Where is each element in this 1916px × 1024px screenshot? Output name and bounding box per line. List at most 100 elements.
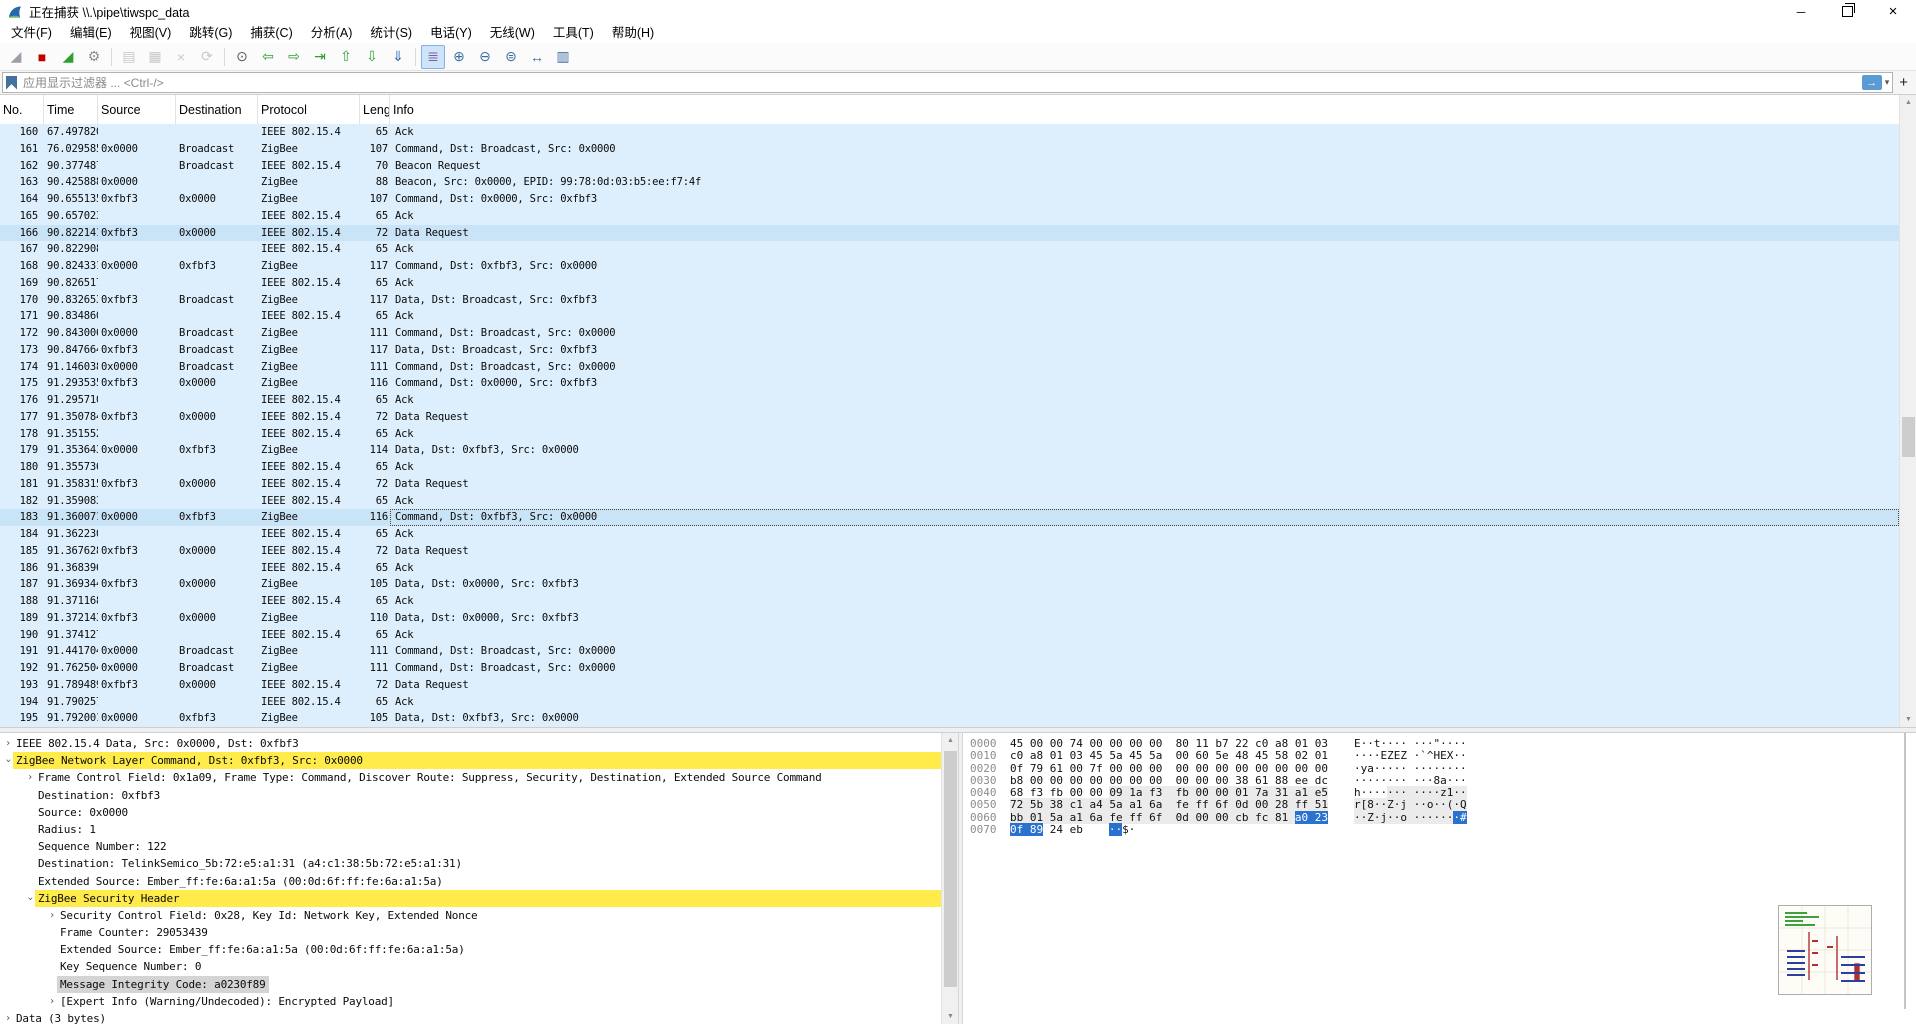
ascii-char[interactable]: · [1453, 811, 1460, 824]
goto-packet-icon[interactable]: ⇥ [308, 45, 332, 69]
ascii-char[interactable]: · [1400, 762, 1407, 775]
hex-byte[interactable]: 00 [1070, 786, 1083, 799]
hex-byte[interactable]: 01 [1050, 749, 1063, 762]
hex-byte[interactable]: 58 [1275, 749, 1288, 762]
hex-byte[interactable]: 61 [1050, 762, 1063, 775]
ascii-char[interactable]: · [1453, 798, 1460, 811]
detail-line[interactable]: ›IEEE 802.15.4 Data, Src: 0x0000, Dst: 0… [0, 735, 941, 752]
hex-byte[interactable]: 6a [1149, 798, 1162, 811]
packet-row[interactable]: 18491.362230IEEE 802.15.465Ack [0, 526, 1899, 543]
ascii-char[interactable]: · [1354, 774, 1361, 787]
hex-byte[interactable]: 6f [1149, 811, 1162, 824]
expand-icon[interactable]: › [47, 993, 57, 1010]
packet-row[interactable]: 18591.3676280xfbf30x0000IEEE 802.15.472D… [0, 543, 1899, 560]
packet-row[interactable]: 16290.377487BroadcastIEEE 802.15.470Beac… [0, 158, 1899, 175]
scroll-down-icon[interactable]: ▼ [942, 1009, 959, 1024]
ascii-char[interactable]: · [1374, 798, 1381, 811]
hex-byte[interactable]: 00 [1109, 762, 1122, 775]
menu-item-v[interactable]: 视图(V) [121, 23, 181, 43]
packet-row[interactable]: 16790.822908IEEE 802.15.465Ack [0, 241, 1899, 258]
hex-byte[interactable]: 00 [1235, 762, 1248, 775]
hex-byte[interactable]: 31 [1275, 786, 1288, 799]
menu-item-f[interactable]: 文件(F) [2, 23, 61, 43]
packet-row[interactable]: 18991.3721430xfbf30x0000ZigBee110Data, D… [0, 610, 1899, 627]
ascii-char[interactable]: t [1374, 737, 1381, 750]
ascii-char[interactable]: · [1387, 774, 1394, 787]
hex-byte[interactable]: 51 [1315, 798, 1328, 811]
hex-byte[interactable]: 0f [1010, 762, 1023, 775]
packet-row[interactable]: 16890.8243310x00000xfbf3ZigBee117Command… [0, 258, 1899, 275]
hex-byte[interactable]: 00 [1255, 798, 1268, 811]
packet-row[interactable]: 18191.3583150xfbf30x0000IEEE 802.15.472D… [0, 476, 1899, 493]
colorize-icon[interactable]: ≣ [421, 45, 445, 69]
column-header-no[interactable]: No. [0, 95, 44, 124]
hex-byte[interactable]: 5b [1030, 798, 1043, 811]
hex-byte[interactable]: 00 [1275, 762, 1288, 775]
ascii-char[interactable]: · [1374, 811, 1381, 824]
hex-byte[interactable]: 0f [1010, 823, 1023, 836]
hex-byte[interactable]: 01 [1315, 749, 1328, 762]
ascii-char[interactable]: Z [1400, 749, 1407, 762]
ascii-char[interactable]: · [1453, 737, 1460, 750]
hex-byte[interactable]: 74 [1070, 737, 1083, 750]
packet-row[interactable]: 19091.374127IEEE 802.15.465Ack [0, 627, 1899, 644]
capture-restart-icon[interactable]: ◢ [56, 45, 80, 69]
packet-row[interactable]: 16067.497820IEEE 802.15.465Ack [0, 124, 1899, 141]
packet-row[interactable]: 18691.368396IEEE 802.15.465Ack [0, 560, 1899, 577]
hex-byte[interactable]: 01 [1295, 737, 1308, 750]
hex-byte[interactable]: 00 [1215, 786, 1228, 799]
ascii-char[interactable]: · [1453, 749, 1460, 762]
hex-byte[interactable]: 00 [1215, 774, 1228, 787]
packet-row[interactable]: 17090.8326530xfbf3BroadcastZigBee117Data… [0, 292, 1899, 309]
hex-byte[interactable]: 60 [1196, 749, 1209, 762]
ascii-char[interactable]: · [1354, 762, 1361, 775]
ascii-char[interactable]: · [1109, 823, 1116, 836]
hex-byte[interactable]: 1a [1129, 786, 1142, 799]
ascii-char[interactable]: · [1440, 798, 1447, 811]
ascii-char[interactable]: E [1354, 737, 1361, 750]
packet-row[interactable]: 17390.8476640xfbf3BroadcastZigBee117Data… [0, 342, 1899, 359]
column-header-time[interactable]: Time [44, 95, 98, 124]
hex-byte[interactable]: 00 [1196, 762, 1209, 775]
ascii-char[interactable]: z [1440, 786, 1447, 799]
hex-byte[interactable]: cb [1235, 811, 1248, 824]
ascii-char[interactable]: · [1420, 762, 1427, 775]
hex-byte[interactable]: 03 [1315, 737, 1328, 750]
ascii-char[interactable]: · [1420, 786, 1427, 799]
hex-byte[interactable]: 45 [1010, 737, 1023, 750]
zoom-reset-icon[interactable]: ⊜ [499, 45, 523, 69]
hex-byte[interactable]: 09 [1109, 786, 1122, 799]
packet-row[interactable]: 16590.657023IEEE 802.15.465Ack [0, 208, 1899, 225]
ascii-char[interactable]: ` [1420, 749, 1427, 762]
ascii-char[interactable]: · [1129, 823, 1136, 836]
hex-byte[interactable]: e5 [1315, 786, 1328, 799]
hex-byte[interactable]: 00 [1196, 774, 1209, 787]
hex-byte[interactable]: b8 [1010, 774, 1023, 787]
packet-row[interactable]: 17290.8430060x0000BroadcastZigBee111Comm… [0, 325, 1899, 342]
ascii-char[interactable]: · [1440, 762, 1447, 775]
hex-byte[interactable]: 00 [1090, 774, 1103, 787]
hex-byte[interactable]: 45 [1129, 749, 1142, 762]
hex-byte[interactable]: 00 [1070, 762, 1083, 775]
detail-line[interactable]: ›Security Control Field: 0x28, Key Id: N… [0, 907, 941, 924]
menu-item-e[interactable]: 编辑(E) [61, 23, 121, 43]
ascii-char[interactable]: · [1420, 737, 1427, 750]
ascii-char[interactable]: · [1420, 811, 1427, 824]
ascii-char[interactable]: o [1427, 798, 1434, 811]
ascii-char[interactable]: · [1367, 749, 1374, 762]
hex-byte[interactable]: 00 [1176, 774, 1189, 787]
ascii-char[interactable]: · [1420, 774, 1427, 787]
packet-row[interactable]: 19191.4417040x0000BroadcastZigBee111Comm… [0, 643, 1899, 660]
hex-byte[interactable]: fb [1176, 786, 1189, 799]
zoom-out-icon[interactable]: ⊖ [473, 45, 497, 69]
hex-byte[interactable]: bb [1010, 811, 1023, 824]
hex-byte[interactable]: 7f [1090, 762, 1103, 775]
hex-byte[interactable]: 00 [1070, 774, 1083, 787]
autoscroll-icon[interactable]: ⇓ [386, 45, 410, 69]
hex-byte[interactable]: 22 [1235, 737, 1248, 750]
ascii-char[interactable]: Z [1387, 749, 1394, 762]
hex-byte[interactable]: 38 [1235, 774, 1248, 787]
ascii-char[interactable]: · [1374, 749, 1381, 762]
hex-byte[interactable]: 00 [1090, 786, 1103, 799]
packet-row[interactable]: 18291.359083IEEE 802.15.465Ack [0, 493, 1899, 510]
